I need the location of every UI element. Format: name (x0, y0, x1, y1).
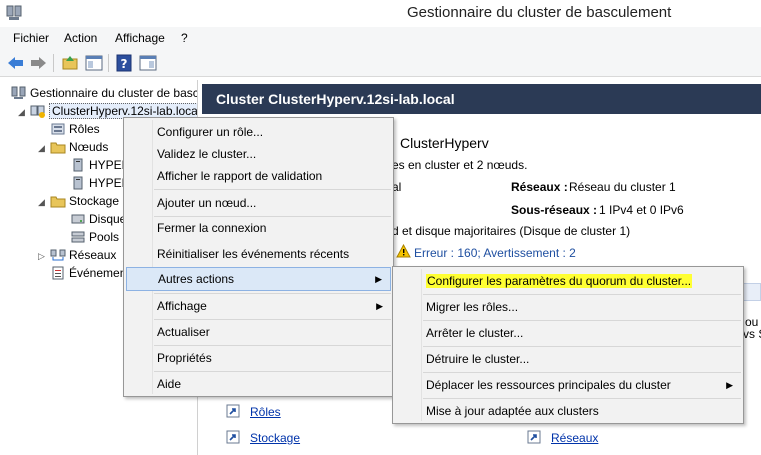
show-hide-action-pane-icon[interactable] (138, 53, 158, 73)
link-roles[interactable]: Rôles (250, 405, 281, 419)
menu-item-validate-cluster[interactable]: Validez le cluster... (126, 142, 391, 166)
storage-folder-icon (50, 194, 66, 208)
summary-line: es en cluster et 2 nœuds. (392, 158, 528, 172)
tree-root[interactable]: Gestionnaire du cluster de basc (11, 84, 197, 102)
tree-item-networks[interactable]: Réseaux (50, 246, 130, 264)
toolbar: ? (0, 49, 761, 77)
networks-value: Réseau du cluster 1 (569, 180, 676, 194)
details-header-title: Cluster ClusterHyperv.12si-lab.local (216, 91, 455, 107)
link-storage[interactable]: Stockage (250, 431, 300, 445)
networks-label: Réseaux : (511, 180, 568, 194)
menu-item-validation-report[interactable]: Afficher le rapport de validation (126, 164, 391, 188)
back-arrow-icon[interactable] (6, 53, 26, 73)
events-icon (50, 266, 66, 280)
tree-item-networks-label: Réseaux (69, 248, 117, 262)
context-menu: Configurer un rôle... Validez le cluster… (123, 117, 394, 397)
submenu-item-cluster-aware-updating[interactable]: Mise à jour adaptée aux clusters (395, 399, 741, 423)
menu-item-help[interactable]: Aide (126, 372, 391, 396)
tree-item-storage[interactable]: Stockage (50, 192, 130, 210)
tree-root-label: Gestionnaire du cluster de basc (30, 86, 197, 100)
submenu-item-stop-cluster[interactable]: Arrêter le cluster... (395, 321, 741, 345)
menu-fichier[interactable]: Fichier (13, 31, 49, 45)
menu-help[interactable]: ? (181, 31, 188, 45)
subnets-label: Sous-réseaux : (511, 203, 598, 217)
disk-icon (70, 212, 86, 226)
tree-item-disks-label: Disque (89, 212, 127, 226)
collapse-storage-icon[interactable]: ◢ (38, 198, 47, 207)
submenu-arrow-icon: ▶ (376, 301, 383, 311)
title-bar: Gestionnaire du cluster de basculement (0, 0, 761, 27)
expand-networks-icon[interactable]: ▷ (38, 252, 47, 261)
tree-item-node-2[interactable]: HYPER (70, 174, 130, 192)
tree-item-nodes[interactable]: Nœuds (50, 138, 130, 156)
submenu-item-configure-quorum-label: Configurer les paramètres du quorum du c… (426, 274, 693, 288)
shortcut-arrow-icon (226, 430, 240, 444)
show-hide-console-tree-icon[interactable] (84, 53, 104, 73)
menu-item-close-connection[interactable]: Fermer la connexion (126, 216, 391, 240)
menu-item-more-actions-label: Autres actions (158, 272, 235, 286)
shortcut-arrow-icon (226, 404, 240, 418)
tree-item-storage-label: Stockage (69, 194, 120, 208)
menu-item-view-label: Affichage (157, 299, 207, 313)
tree-item-node-1[interactable]: HYPER (70, 156, 130, 174)
menu-item-more-actions[interactable]: Autres actions ▶ (126, 267, 391, 291)
quorum-line: d et disque majoritaires (Disque de clus… (392, 224, 631, 238)
edge-text-vs: vs S (743, 327, 761, 341)
collapse-cluster-icon[interactable]: ◢ (18, 108, 27, 117)
menu-item-reset-events[interactable]: Réinitialiser les événements récents (126, 242, 391, 266)
details-header: Cluster ClusterHyperv.12si-lab.local (202, 84, 761, 114)
submenu-item-move-core-resources-label: Déplacer les ressources principales du c… (426, 378, 671, 392)
warning-icon (396, 243, 411, 258)
menu-affichage[interactable]: Affichage (115, 31, 165, 45)
server-icon (70, 158, 86, 172)
submenu-arrow-icon: ▶ (375, 274, 382, 284)
errors-warnings-link[interactable]: Erreur : 160; Avertissement : 2 (414, 246, 576, 260)
network-icon (50, 248, 66, 262)
tree-item-nodes-label: Nœuds (69, 140, 109, 154)
cluster-manager-icon (11, 86, 27, 100)
tree-item-roles-label: Rôles (69, 122, 100, 136)
link-networks[interactable]: Réseaux (551, 431, 598, 445)
tree-item-events[interactable]: Événemen (50, 264, 130, 282)
cluster-icon (30, 104, 46, 118)
submenu-item-configure-quorum[interactable]: Configurer les paramètres du quorum du c… (395, 269, 741, 293)
roles-icon (50, 122, 66, 136)
nodes-folder-icon (50, 140, 66, 154)
tree-item-disks[interactable]: Disque (70, 210, 130, 228)
collapse-nodes-icon[interactable]: ◢ (38, 144, 47, 153)
submenu-arrow-icon: ▶ (726, 380, 733, 390)
summary-title: ClusterHyperv (400, 135, 489, 151)
server-icon (70, 176, 86, 190)
forward-arrow-icon[interactable] (28, 53, 48, 73)
shortcut-arrow-icon (527, 430, 541, 444)
up-folder-icon[interactable] (60, 53, 80, 73)
menu-bar: Fichier Action Affichage ? (0, 27, 761, 49)
help-icon[interactable]: ? (114, 53, 134, 73)
submenu-item-migrate-roles[interactable]: Migrer les rôles... (395, 295, 741, 319)
submenu-item-destroy-cluster[interactable]: Détruire le cluster... (395, 347, 741, 371)
tree-item-events-label: Événemen (69, 266, 127, 280)
menu-action[interactable]: Action (64, 31, 97, 45)
tree-item-pools-label: Pools (89, 230, 120, 244)
tree-item-roles[interactable]: Rôles (50, 120, 130, 138)
more-actions-submenu: Configurer les paramètres du quorum du c… (392, 266, 744, 424)
subnets-value: 1 IPv4 et 0 IPv6 (599, 203, 684, 217)
submenu-item-move-core-resources[interactable]: Déplacer les ressources principales du c… (395, 373, 741, 397)
tree-item-pools[interactable]: Pools (70, 228, 130, 246)
menu-item-add-node[interactable]: Ajouter un nœud... (126, 191, 391, 215)
menu-item-configure-role[interactable]: Configurer un rôle... (126, 120, 391, 144)
menu-item-view[interactable]: Affichage ▶ (126, 294, 391, 318)
pool-icon (70, 230, 86, 244)
menu-item-properties[interactable]: Propriétés (126, 346, 391, 370)
window-title: Gestionnaire du cluster de basculement (407, 4, 672, 21)
menu-item-refresh[interactable]: Actualiser (126, 320, 391, 344)
svg-text:?: ? (121, 57, 128, 71)
cluster-manager-app-icon (5, 4, 23, 22)
